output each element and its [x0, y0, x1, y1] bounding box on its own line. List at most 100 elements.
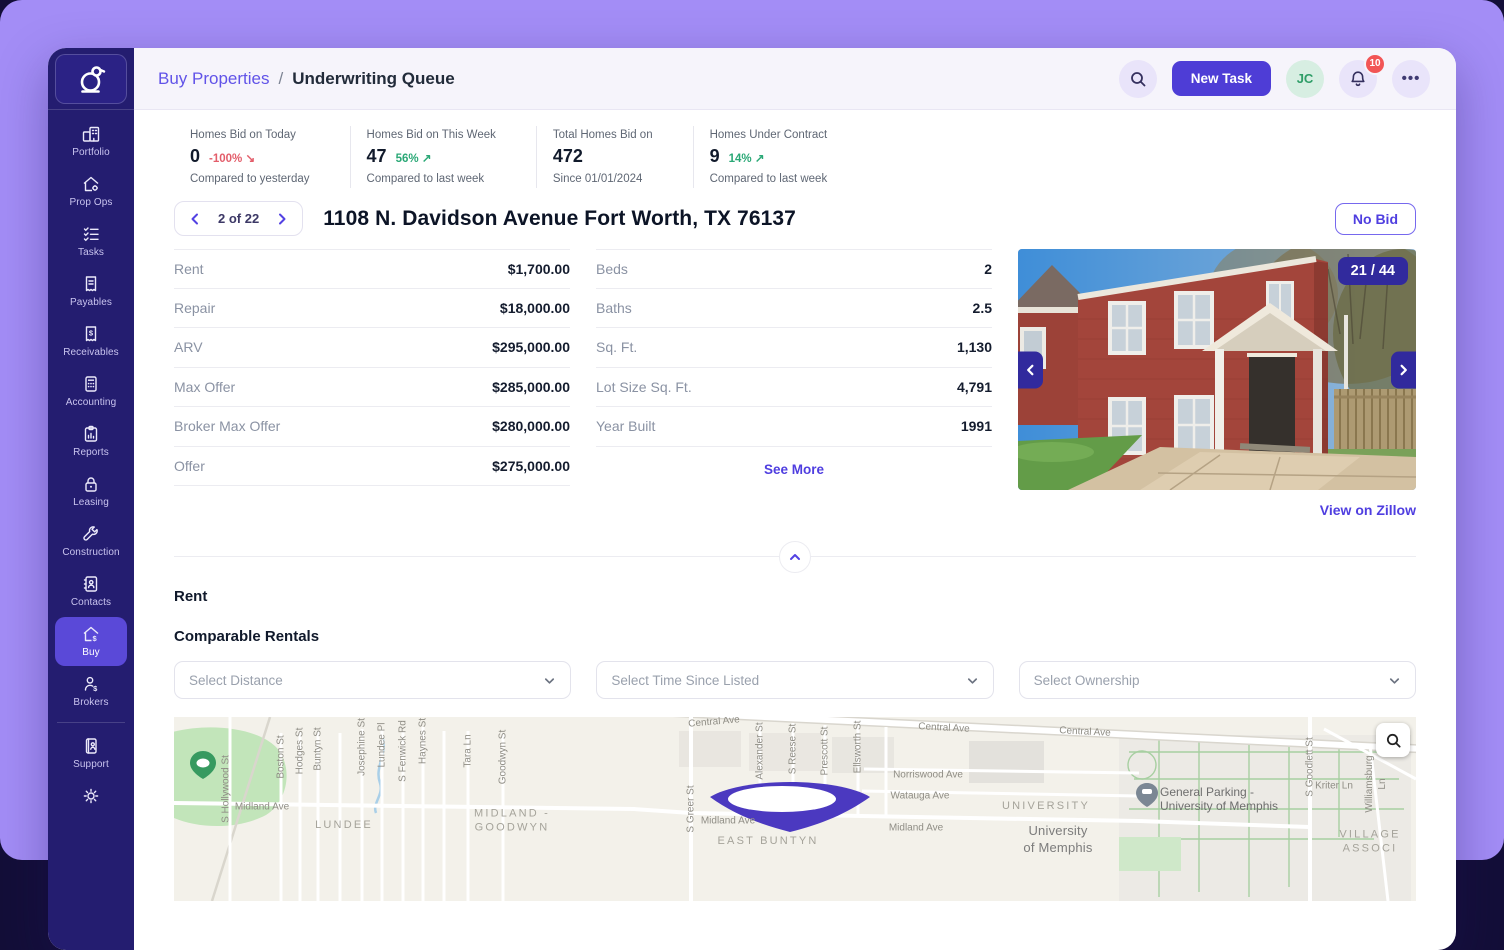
map-label: EAST BUNTYN — [717, 834, 818, 848]
sidebar-item-label: Construction — [62, 547, 119, 558]
stat-homes-bid-today: Homes Bid on Today 0 -100% ↘ Compared to… — [174, 126, 350, 188]
sidebar-item-settings[interactable] — [55, 779, 127, 814]
stat-total-homes-bid: Total Homes Bid on 472 Since 01/01/2024 — [536, 126, 693, 188]
duck-logo-icon — [74, 62, 108, 96]
comparables-map[interactable]: LUNDEEMIDLAND - GOODWYNEAST BUNTYNUNIVER… — [174, 717, 1416, 901]
row-label: Lot Size Sq. Ft. — [596, 379, 692, 395]
property-photo-image — [1018, 249, 1416, 490]
photo-next-button[interactable] — [1391, 351, 1416, 388]
sidebar-item-buy[interactable]: $ Buy — [55, 617, 127, 666]
trend-down-icon: ↘ — [245, 153, 255, 165]
no-bid-button[interactable]: No Bid — [1335, 203, 1416, 235]
sidebar-item-contacts[interactable]: Contacts — [55, 567, 127, 616]
sidebar-item-label: Receivables — [63, 347, 119, 358]
stat-label: Homes Bid on Today — [190, 129, 310, 141]
user-avatar[interactable]: JC — [1286, 60, 1324, 98]
property-photo[interactable]: 21 / 44 — [1018, 249, 1416, 490]
more-menu-button[interactable]: ••• — [1392, 60, 1430, 98]
table-row: Beds2 — [596, 249, 992, 289]
photo-counter-badge: 21 / 44 — [1338, 257, 1408, 285]
app-logo[interactable] — [55, 54, 127, 104]
map-label: S Reese St — [787, 724, 800, 775]
row-value: $280,000.00 — [492, 418, 570, 434]
svg-text:$: $ — [93, 634, 98, 643]
house-gear-icon — [81, 174, 101, 194]
trend-up-icon: ↗ — [422, 153, 432, 165]
content-area: Homes Bid on Today 0 -100% ↘ Compared to… — [134, 110, 1456, 950]
sidebar-item-accounting[interactable]: Accounting — [55, 367, 127, 416]
chevron-down-icon — [966, 674, 979, 687]
chevron-down-icon — [1388, 674, 1401, 687]
map-label: Prescott St — [819, 727, 832, 776]
sidebar-item-support[interactable]: Support — [55, 729, 127, 778]
receipt-icon — [81, 274, 101, 294]
stat-label: Homes Bid on This Week — [367, 129, 496, 141]
sidebar-item-leasing[interactable]: Leasing — [55, 467, 127, 516]
row-label: Year Built — [596, 418, 655, 434]
sidebar-item-label: Prop Ops — [69, 197, 112, 208]
pager-next-button[interactable] — [275, 212, 289, 226]
main-panel: Buy Properties / Underwriting Queue New … — [134, 48, 1456, 950]
breadcrumb-section[interactable]: Buy Properties — [158, 69, 270, 89]
sidebar-item-payables[interactable]: Payables — [55, 267, 127, 316]
stat-value: 472 — [553, 146, 583, 167]
stat-subtext: Compared to yesterday — [190, 173, 310, 185]
stats-row: Homes Bid on Today 0 -100% ↘ Compared to… — [174, 126, 1416, 188]
map-label: Alexander St — [754, 722, 767, 779]
map-label: Watauga Ave — [891, 790, 950, 803]
stat-label: Homes Under Contract — [710, 129, 828, 141]
sidebar-item-label: Leasing — [73, 497, 109, 508]
sidebar-item-construction[interactable]: Construction — [55, 517, 127, 566]
sidebar-item-portfolio[interactable]: Portfolio — [55, 117, 127, 166]
row-value: 2.5 — [973, 300, 992, 316]
stat-homes-under-contract: Homes Under Contract 9 14% ↗ Compared to… — [693, 126, 868, 188]
poi-label: General Parking - University of Memphis — [1160, 785, 1278, 814]
select-ownership-dropdown[interactable]: Select Ownership — [1019, 661, 1416, 699]
address-book-icon — [81, 574, 101, 594]
header-actions: New Task JC 10 ••• — [1119, 60, 1430, 98]
sidebar-item-prop-ops[interactable]: Prop Ops — [55, 167, 127, 216]
map-search-button[interactable] — [1376, 723, 1410, 757]
sidebar-item-label: Brokers — [73, 697, 108, 708]
map-label: Midland Ave — [701, 815, 755, 828]
stat-value: 0 — [190, 146, 200, 167]
view-on-zillow-link[interactable]: View on Zillow — [1320, 502, 1416, 518]
logo-area — [48, 48, 134, 110]
top-header: Buy Properties / Underwriting Queue New … — [134, 48, 1456, 110]
stat-value: 9 — [710, 146, 720, 167]
stat-value: 47 — [367, 146, 387, 167]
sidebar-item-brokers[interactable]: $ Brokers — [55, 667, 127, 716]
calculator-icon — [81, 374, 101, 394]
map-poi-general-parking: General Parking - University of Memphis — [1160, 785, 1278, 814]
new-task-button[interactable]: New Task — [1172, 61, 1271, 96]
breadcrumb-separator: / — [279, 69, 284, 89]
search-button[interactable] — [1119, 60, 1157, 98]
table-row: Sq. Ft.1,130 — [596, 328, 992, 368]
bell-icon — [1349, 70, 1367, 88]
select-distance-dropdown[interactable]: Select Distance — [174, 661, 571, 699]
receipt-dollar-icon: $ — [81, 324, 101, 344]
chevron-left-icon — [188, 212, 202, 226]
sidebar-item-reports[interactable]: Reports — [55, 417, 127, 466]
comparable-rentals-heading: Comparable Rentals — [174, 628, 1416, 645]
chevron-left-icon — [1024, 363, 1037, 376]
sidebar-item-tasks[interactable]: Tasks — [55, 217, 127, 266]
chevron-right-icon — [1397, 363, 1410, 376]
stat-label: Total Homes Bid on — [553, 129, 653, 141]
pager-prev-button[interactable] — [188, 212, 202, 226]
see-more-link[interactable]: See More — [596, 462, 992, 477]
map-label: Williamsburg Ln — [1363, 755, 1389, 812]
collapse-button[interactable] — [779, 541, 811, 573]
photo-prev-button[interactable] — [1018, 351, 1043, 388]
ellipsis-icon: ••• — [1402, 70, 1421, 87]
svg-text:$: $ — [89, 329, 94, 338]
select-time-since-listed-dropdown[interactable]: Select Time Since Listed — [596, 661, 993, 699]
stat-delta: 14% ↗ — [729, 151, 765, 165]
sidebar-item-label: Tasks — [78, 247, 104, 258]
map-label: Goodwyn St — [497, 730, 510, 784]
table-row: Offer$275,000.00 — [174, 447, 570, 487]
sidebar-item-receivables[interactable]: $ Receivables — [55, 317, 127, 366]
stat-subtext: Compared to last week — [710, 173, 828, 185]
chevron-down-icon — [543, 674, 556, 687]
chevron-up-icon — [788, 550, 802, 564]
